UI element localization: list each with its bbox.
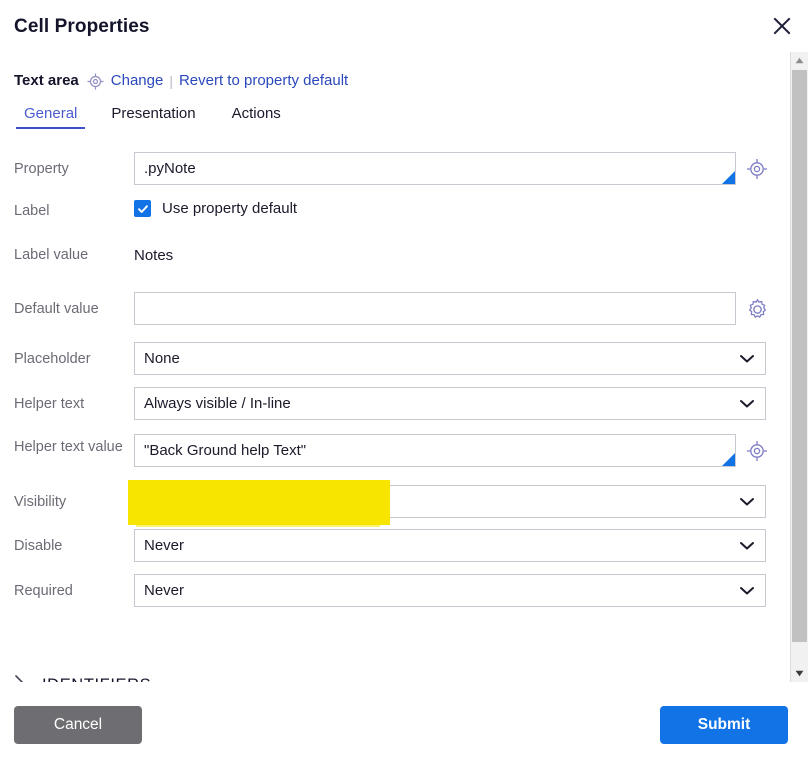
property-target-icon[interactable]: [746, 158, 768, 180]
default-value-label: Default value: [14, 300, 129, 319]
target-glyph: [87, 73, 104, 90]
chevron-down-icon: [740, 537, 754, 554]
chevron-down-glyph: [740, 354, 754, 363]
use-property-default-label[interactable]: Use property default: [162, 200, 297, 217]
placeholder-select-value: None: [144, 350, 180, 367]
helper-text-value-input-wrap: [134, 434, 736, 467]
dialog-header: Cell Properties: [0, 0, 808, 52]
tab-presentation[interactable]: Presentation: [101, 105, 205, 129]
required-select[interactable]: Never: [134, 574, 766, 607]
close-icon[interactable]: [764, 8, 800, 44]
vertical-scrollbar[interactable]: [790, 52, 808, 682]
chevron-down-glyph: [740, 586, 754, 595]
visibility-select[interactable]: Always: [134, 485, 766, 518]
gear-glyph: [746, 298, 769, 321]
property-input-wrap: [134, 152, 736, 185]
label-label: Label: [14, 202, 129, 221]
dialog-footer: Cancel Submit: [0, 682, 808, 757]
property-label: Property: [14, 160, 129, 179]
chevron-down-glyph: [740, 541, 754, 550]
default-value-input-wrap: [134, 292, 736, 325]
visibility-select-value: Always: [144, 493, 192, 510]
disable-label: Disable: [14, 537, 129, 556]
scroll-up-button[interactable]: [791, 52, 808, 69]
identifiers-accordion[interactable]: IDENTIFIERS: [14, 674, 151, 682]
cancel-button[interactable]: Cancel: [14, 706, 142, 744]
helper-text-value-input[interactable]: [134, 434, 736, 467]
scrollbar-thumb[interactable]: [792, 70, 807, 642]
placeholder-label: Placeholder: [14, 350, 129, 369]
default-value-gear-icon[interactable]: [746, 298, 768, 320]
chevron-right-icon: [14, 674, 26, 682]
dialog-scroll-area: Text area Change | Revert to property de…: [0, 52, 808, 682]
tab-bar: General Presentation Actions: [14, 99, 291, 129]
helper-text-label: Helper text: [14, 395, 129, 414]
use-property-default-checkbox[interactable]: [134, 200, 151, 217]
target-glyph: [746, 440, 768, 462]
change-link[interactable]: Change: [111, 72, 164, 89]
close-glyph: [771, 15, 793, 37]
target-icon[interactable]: [87, 73, 104, 90]
visibility-label: Visibility: [14, 493, 129, 512]
chevron-down-icon: [740, 350, 754, 367]
highlight-annotation-tail: [136, 518, 380, 527]
helper-text-value-target-icon[interactable]: [746, 440, 768, 462]
default-value-input[interactable]: [134, 292, 736, 325]
use-property-default-checkbox-row: Use property default: [134, 200, 297, 217]
caret-up-icon: [795, 57, 804, 64]
label-value-label: Label value: [14, 246, 129, 265]
chevron-down-glyph: [740, 497, 754, 506]
revert-to-property-default-link[interactable]: Revert to property default: [179, 72, 348, 89]
dialog-content: Text area Change | Revert to property de…: [0, 52, 786, 682]
caret-down-icon: [795, 670, 804, 677]
scroll-down-button[interactable]: [791, 665, 808, 682]
required-label: Required: [14, 582, 129, 601]
helper-text-value-label: Helper text value: [14, 438, 129, 457]
submit-button[interactable]: Submit: [660, 706, 788, 744]
page-title: Cell Properties: [14, 16, 150, 38]
checkmark-icon: [137, 203, 149, 215]
chevron-down-icon: [740, 582, 754, 599]
chevron-down-glyph: [740, 399, 754, 408]
tab-actions[interactable]: Actions: [222, 105, 291, 129]
helper-text-select-value: Always visible / In-line: [144, 395, 291, 412]
target-glyph: [746, 158, 768, 180]
link-separator: |: [169, 73, 173, 89]
required-select-value: Never: [144, 582, 184, 599]
chevron-down-icon: [740, 493, 754, 510]
label-value-text: Notes: [134, 246, 173, 265]
component-type-label: Text area: [14, 72, 79, 89]
tab-general[interactable]: General: [14, 105, 87, 129]
component-subheader: Text area Change | Revert to property de…: [14, 72, 348, 89]
cell-properties-dialog: Cell Properties Text area Change |: [0, 0, 808, 757]
disable-select-value: Never: [144, 537, 184, 554]
placeholder-select[interactable]: None: [134, 342, 766, 375]
chevron-down-icon: [740, 395, 754, 412]
disable-select[interactable]: Never: [134, 529, 766, 562]
property-input[interactable]: [134, 152, 736, 185]
chevron-right-glyph: [14, 674, 26, 682]
helper-text-select[interactable]: Always visible / In-line: [134, 387, 766, 420]
